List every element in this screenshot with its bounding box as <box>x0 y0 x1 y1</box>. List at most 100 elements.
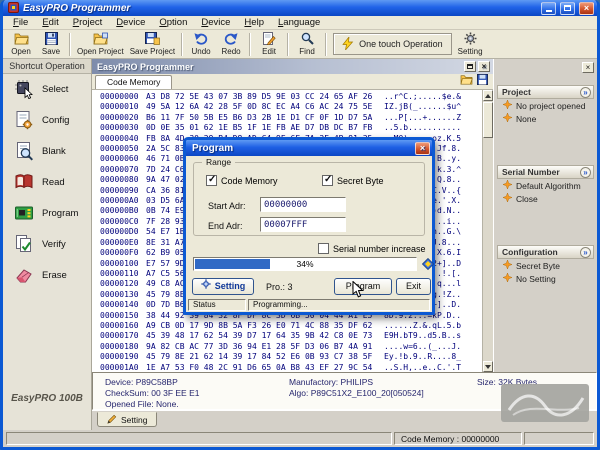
hex-address: 000000F0 <box>100 248 146 258</box>
chevron-circle-icon[interactable] <box>580 87 591 98</box>
menu-item-option[interactable]: Option <box>152 16 194 29</box>
save-project-button[interactable]: Save Project <box>127 31 178 58</box>
hex-address: 00000040 <box>100 134 146 144</box>
menu-item-help[interactable]: Help <box>237 16 271 29</box>
sidebar-item-verify[interactable]: Verify <box>3 229 91 260</box>
menu-item-edit[interactable]: Edit <box>35 16 65 29</box>
toolbar-separator <box>69 33 71 56</box>
restore-button[interactable] <box>464 61 476 72</box>
hex-bytes: A3 D8 72 5E 43 07 3B 89 D5 9E 03 CC 24 6… <box>146 92 384 102</box>
panel-item[interactable]: None <box>497 112 594 125</box>
panels-close-button[interactable]: × <box>582 62 594 73</box>
panel-serial-number-header[interactable]: Serial Number <box>497 165 594 179</box>
sidebar-item-blank[interactable]: Blank <box>3 136 91 167</box>
panel-item[interactable]: Close <box>497 192 594 205</box>
scrollbar-thumb[interactable] <box>483 102 493 138</box>
hex-ascii: ..5.b........... <box>384 123 461 133</box>
sidebar-item-config[interactable]: Config <box>3 105 91 136</box>
panel-title: Configuration <box>502 247 558 257</box>
gear-icon <box>201 279 211 294</box>
end-adr-label: End Adr: <box>208 221 243 231</box>
panel-item[interactable]: Default Algorithm <box>497 179 594 192</box>
sidebar-item-select[interactable]: Select <box>3 74 91 105</box>
load-file-icon[interactable] <box>460 74 473 87</box>
one-touch-operation-button[interactable]: One touch Operation <box>333 33 452 55</box>
document-window-buttons: × <box>464 61 490 72</box>
window-title: EasyPRO Programmer <box>23 3 537 14</box>
serial-number-increase-checkbox[interactable] <box>318 243 329 254</box>
sidebar-item-erase[interactable]: Erase <box>3 260 91 291</box>
panel-item[interactable]: No Setting <box>497 272 594 285</box>
setting-button[interactable]: Setting <box>455 31 486 58</box>
dialog-exit-button[interactable]: Exit <box>396 278 431 295</box>
panel-configuration-header[interactable]: Configuration <box>497 245 594 259</box>
dialog-close-button[interactable] <box>415 142 430 155</box>
range-group-label: Range <box>202 157 235 167</box>
redo-button[interactable]: Redo <box>216 31 246 58</box>
end-adr-input[interactable] <box>260 217 346 232</box>
hex-address: 00000150 <box>100 311 146 321</box>
star-icon <box>503 113 512 124</box>
toolbar: Open Save Open Project Save Project Undo… <box>3 30 597 59</box>
hex-row: 000001A01E A7 53 F0 48 2C 91 D6 65 0A B8… <box>100 363 482 372</box>
menu-item-language[interactable]: Language <box>271 16 327 29</box>
vertical-scrollbar[interactable] <box>482 90 493 372</box>
tab-setting[interactable]: Setting <box>97 412 157 427</box>
sidebar-item-label: Erase <box>42 270 67 281</box>
device-value: Device: P89C58BP <box>105 377 178 387</box>
sidebar-item-read[interactable]: Read <box>3 167 91 198</box>
hex-bytes: B6 11 7F 50 5B E5 B6 D3 2B 1E D1 CF 0F 1… <box>146 113 384 123</box>
status-bar-right <box>524 432 594 445</box>
menu-item-device[interactable]: Device <box>194 16 237 29</box>
status-bar-left <box>6 432 392 445</box>
scroll-down-button[interactable] <box>483 361 493 372</box>
scrollbar-track[interactable] <box>483 138 493 361</box>
hex-address: 00000180 <box>100 342 146 352</box>
start-adr-label: Start Adr: <box>208 201 246 211</box>
dialog-status-label: Status <box>188 299 246 311</box>
dialog-setting-button[interactable]: Setting <box>192 278 254 295</box>
secret-byte-checkbox[interactable] <box>322 175 333 186</box>
chevron-circle-icon[interactable] <box>580 247 591 258</box>
range-groupbox: Range Code Memory Secret Byte Start Adr:… <box>193 162 425 236</box>
save-button[interactable]: Save <box>36 31 66 58</box>
close-button[interactable]: × <box>579 2 594 15</box>
undo-button[interactable]: Undo <box>186 31 216 58</box>
sidebar-item-label: Select <box>42 84 68 95</box>
menu-item-project[interactable]: Project <box>66 16 110 29</box>
gear-icon <box>464 32 477 47</box>
find-button[interactable]: Find <box>292 31 322 58</box>
maximize-button[interactable] <box>560 2 575 15</box>
hex-address: 00000020 <box>100 113 146 123</box>
start-adr-input[interactable] <box>260 197 346 212</box>
chevron-circle-icon[interactable] <box>580 167 591 178</box>
panel-item[interactable]: Secret Byte <box>497 259 594 272</box>
hex-address: 00000000 <box>100 92 146 102</box>
dialog-title: Program <box>192 143 233 154</box>
minimize-button[interactable] <box>541 2 556 15</box>
panel-item[interactable]: No project opened <box>497 99 594 112</box>
save-project-button-label: Save Project <box>130 48 175 56</box>
scroll-up-button[interactable] <box>483 90 493 101</box>
hex-row: 00000000A3 D8 72 5E 43 07 3B 89 D5 9E 03… <box>100 92 482 102</box>
edit-button-label: Edit <box>262 48 276 56</box>
magnifier-icon <box>301 32 314 47</box>
dialog-status-message: Programming... <box>248 299 430 311</box>
panel-project-header[interactable]: Project <box>497 85 594 99</box>
toolbar-separator <box>287 33 289 56</box>
hex-ascii: ..S.H,..e..C.'.T <box>384 363 461 372</box>
menu-item-file[interactable]: File <box>6 16 35 29</box>
code-memory-checkbox[interactable] <box>206 175 217 186</box>
document-close-button[interactable]: × <box>478 61 490 72</box>
sidebar-item-program[interactable]: Program <box>3 198 91 229</box>
star-icon <box>503 180 512 191</box>
toolbar-separator <box>325 33 327 56</box>
hex-ascii: ..r^C.;.....$e.& <box>384 92 461 102</box>
save-file-icon[interactable] <box>477 74 488 87</box>
open-project-button[interactable]: Open Project <box>74 31 127 58</box>
open-button[interactable]: Open <box>6 31 36 58</box>
tab-code-memory[interactable]: Code Memory <box>95 75 172 89</box>
edit-button[interactable]: Edit <box>254 31 284 58</box>
menu-item-device[interactable]: Device <box>109 16 152 29</box>
hex-address: 00000050 <box>100 144 146 154</box>
